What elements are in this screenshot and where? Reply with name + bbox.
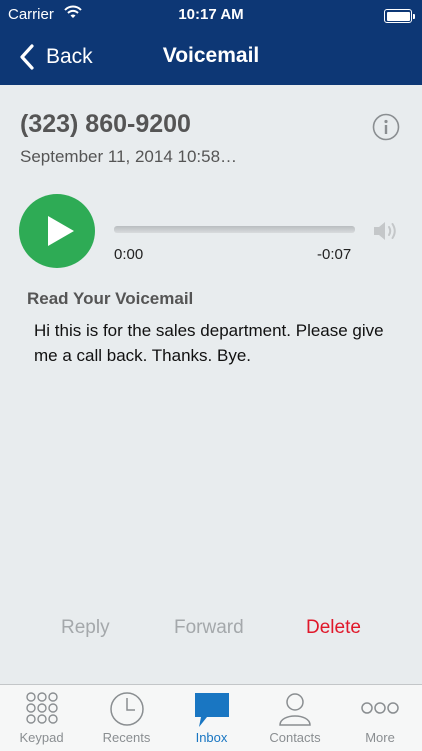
contact-icon	[253, 691, 337, 727]
playback-progress-bar[interactable]	[114, 226, 355, 233]
tab-label: Recents	[102, 730, 151, 745]
delete-button[interactable]: Delete	[306, 617, 361, 639]
tab-inbox[interactable]: Inbox	[170, 685, 253, 751]
clock-icon	[85, 691, 168, 727]
inbox-icon	[170, 691, 253, 727]
tab-label: More	[365, 730, 395, 745]
play-icon	[48, 216, 74, 246]
tab-keypad[interactable]: Keypad	[0, 685, 83, 751]
tab-label: Inbox	[195, 730, 228, 745]
tab-more[interactable]: More	[338, 685, 422, 751]
elapsed-time: 0:00	[114, 246, 144, 263]
clock-time: 10:17 AM	[178, 6, 244, 23]
tab-label: Contacts	[269, 730, 321, 745]
caller-number: (323) 860-9200	[20, 110, 191, 138]
remaining-time: -0:07	[317, 246, 352, 263]
voicemail-actions: Reply Forward Delete	[0, 617, 422, 641]
tab-bar: Keypad Recents Inbox Contacts More	[0, 684, 422, 751]
status-bar: Carrier 10:17 AM	[0, 0, 422, 30]
forward-button[interactable]: Forward	[174, 617, 244, 639]
navigation-bar: Carrier 10:17 AM Back Voicemail	[0, 0, 422, 85]
tab-label: Keypad	[19, 730, 64, 745]
more-icon	[338, 691, 422, 727]
play-button[interactable]	[19, 194, 95, 268]
info-icon[interactable]	[372, 113, 400, 141]
voicemail-datetime: September 11, 2014 10:58…	[20, 147, 238, 166]
tab-recents[interactable]: Recents	[85, 685, 168, 751]
tab-contacts[interactable]: Contacts	[253, 685, 337, 751]
transcript-heading: Read Your Voicemail	[27, 289, 194, 308]
page-title: Voicemail	[162, 44, 260, 67]
reply-button[interactable]: Reply	[61, 617, 110, 639]
speaker-icon[interactable]	[372, 219, 400, 248]
battery-icon	[384, 9, 415, 23]
keypad-icon	[0, 691, 83, 727]
voicemail-transcript: Hi this is for the sales department. Ple…	[34, 321, 384, 365]
